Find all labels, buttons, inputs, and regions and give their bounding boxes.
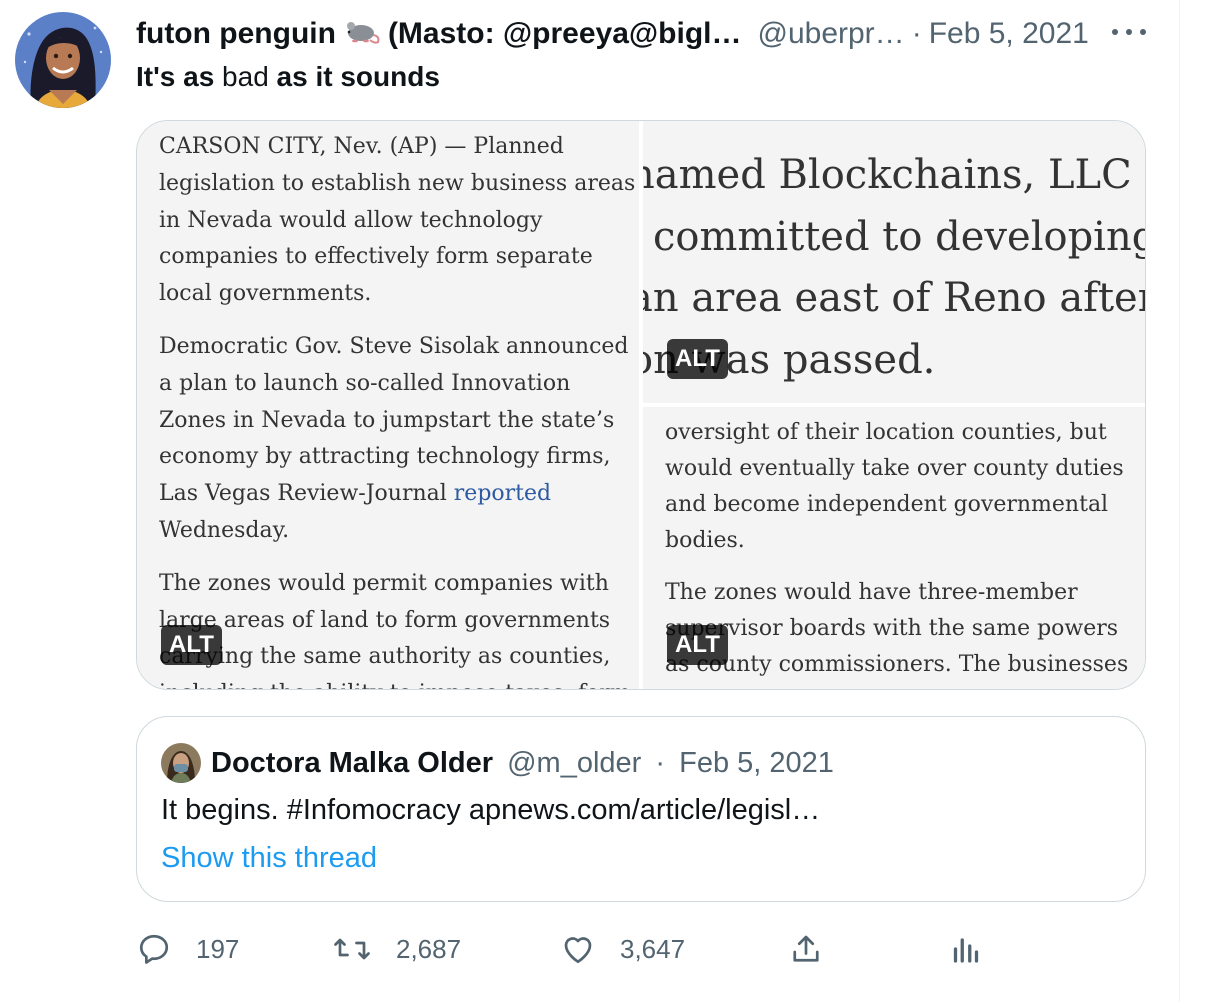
quote-text: It begins. #Infomocracy apnews.com/artic… <box>161 794 821 826</box>
media-image-3[interactable]: oversight of their location counties, bu… <box>643 407 1145 689</box>
reply-count: 197 <box>196 933 240 964</box>
article-line: named Blockchains, LLC as a c <box>643 152 1145 198</box>
more-dot <box>1140 29 1146 35</box>
retweet-icon <box>332 931 372 967</box>
separator-dot: · <box>655 747 666 779</box>
more-dot <box>1126 29 1132 35</box>
tweet-text-part: as <box>175 61 223 92</box>
quote-avatar-image <box>161 743 201 783</box>
more-dot <box>1112 29 1118 35</box>
separator-dot: · <box>911 17 922 50</box>
display-name-suffix[interactable]: (Masto: @preeya@bigl… <box>388 17 742 51</box>
article-paragraph: The zones would permit companies with la… <box>159 570 631 689</box>
article-paragraph: Democratic Gov. Steve Sisolak announced … <box>159 329 639 550</box>
display-name[interactable]: futon penguin <box>136 17 336 51</box>
article-line: committed to developing a “s <box>653 213 1146 260</box>
tweet-text: It's as bad as it sounds <box>136 58 440 96</box>
article-paragraph: The zones would have three-member superv… <box>665 580 1129 689</box>
share-icon <box>788 931 824 967</box>
alt-badge[interactable]: ALT <box>667 625 728 665</box>
article-link: reported <box>453 481 552 507</box>
timeline-divider <box>1179 0 1180 1002</box>
media-image-1[interactable]: CARSON CITY, Nev. (AP) — Planned legisla… <box>137 121 639 689</box>
media-grid: CARSON CITY, Nev. (AP) — Planned legisla… <box>136 120 1146 690</box>
tweet-header: futon penguin (Masto: @preeya@bigl… @ube… <box>136 14 1146 54</box>
rat-emoji-icon <box>342 16 382 52</box>
tweet-text-part: as it sounds <box>276 61 440 92</box>
avatar[interactable] <box>15 12 111 108</box>
article-text: Wednesday. <box>159 517 290 543</box>
retweet-count: 2,687 <box>396 933 462 964</box>
analytics-button[interactable] <box>948 926 984 972</box>
quote-date: Feb 5, 2021 <box>679 747 834 779</box>
show-thread-link[interactable]: Show this thread <box>161 839 377 877</box>
tweet-date[interactable]: Feb 5, 2021 <box>929 17 1089 51</box>
share-button[interactable] <box>788 926 824 972</box>
quote-avatar <box>161 743 201 783</box>
article-paragraph: CARSON CITY, Nev. (AP) — Planned legisla… <box>159 134 636 307</box>
like-count: 3,647 <box>620 933 686 964</box>
article-excerpt-right: oversight of their location counties, bu… <box>665 415 1135 689</box>
tweet-text-part: It's <box>136 61 176 92</box>
quote-display-name: Doctora Malka Older <box>211 747 494 779</box>
reply-icon <box>136 931 172 967</box>
media-image-2[interactable]: named Blockchains, LLC as a c committed … <box>643 121 1146 403</box>
avatar-image <box>15 12 111 108</box>
article-text: Democratic Gov. Steve Sisolak announced … <box>159 333 629 507</box>
like-button[interactable]: 3,647 <box>560 926 685 972</box>
retweet-button[interactable]: 2,687 <box>332 926 461 972</box>
analytics-icon <box>948 931 984 967</box>
tweet-text-part: bad <box>222 61 277 92</box>
alt-badge[interactable]: ALT <box>667 339 728 379</box>
heart-icon <box>560 931 596 967</box>
quote-tweet[interactable]: Doctora Malka Older @m_older · Feb 5, 20… <box>136 716 1146 902</box>
reply-button[interactable]: 197 <box>136 926 239 972</box>
article-excerpt-left: CARSON CITY, Nev. (AP) — Planned legisla… <box>159 129 639 689</box>
tweet-actions: 197 2,687 3,647 <box>136 926 1036 974</box>
quote-header: Doctora Malka Older @m_older · Feb 5, 20… <box>211 745 834 781</box>
article-paragraph: oversight of their location counties, bu… <box>665 420 1124 553</box>
more-options-icon[interactable] <box>1112 22 1146 42</box>
quote-handle: @m_older <box>507 747 642 779</box>
article-line: an area east of Reno after the <box>643 275 1145 321</box>
handle[interactable]: @uberpr… <box>758 17 905 51</box>
alt-badge[interactable]: ALT <box>161 625 222 665</box>
